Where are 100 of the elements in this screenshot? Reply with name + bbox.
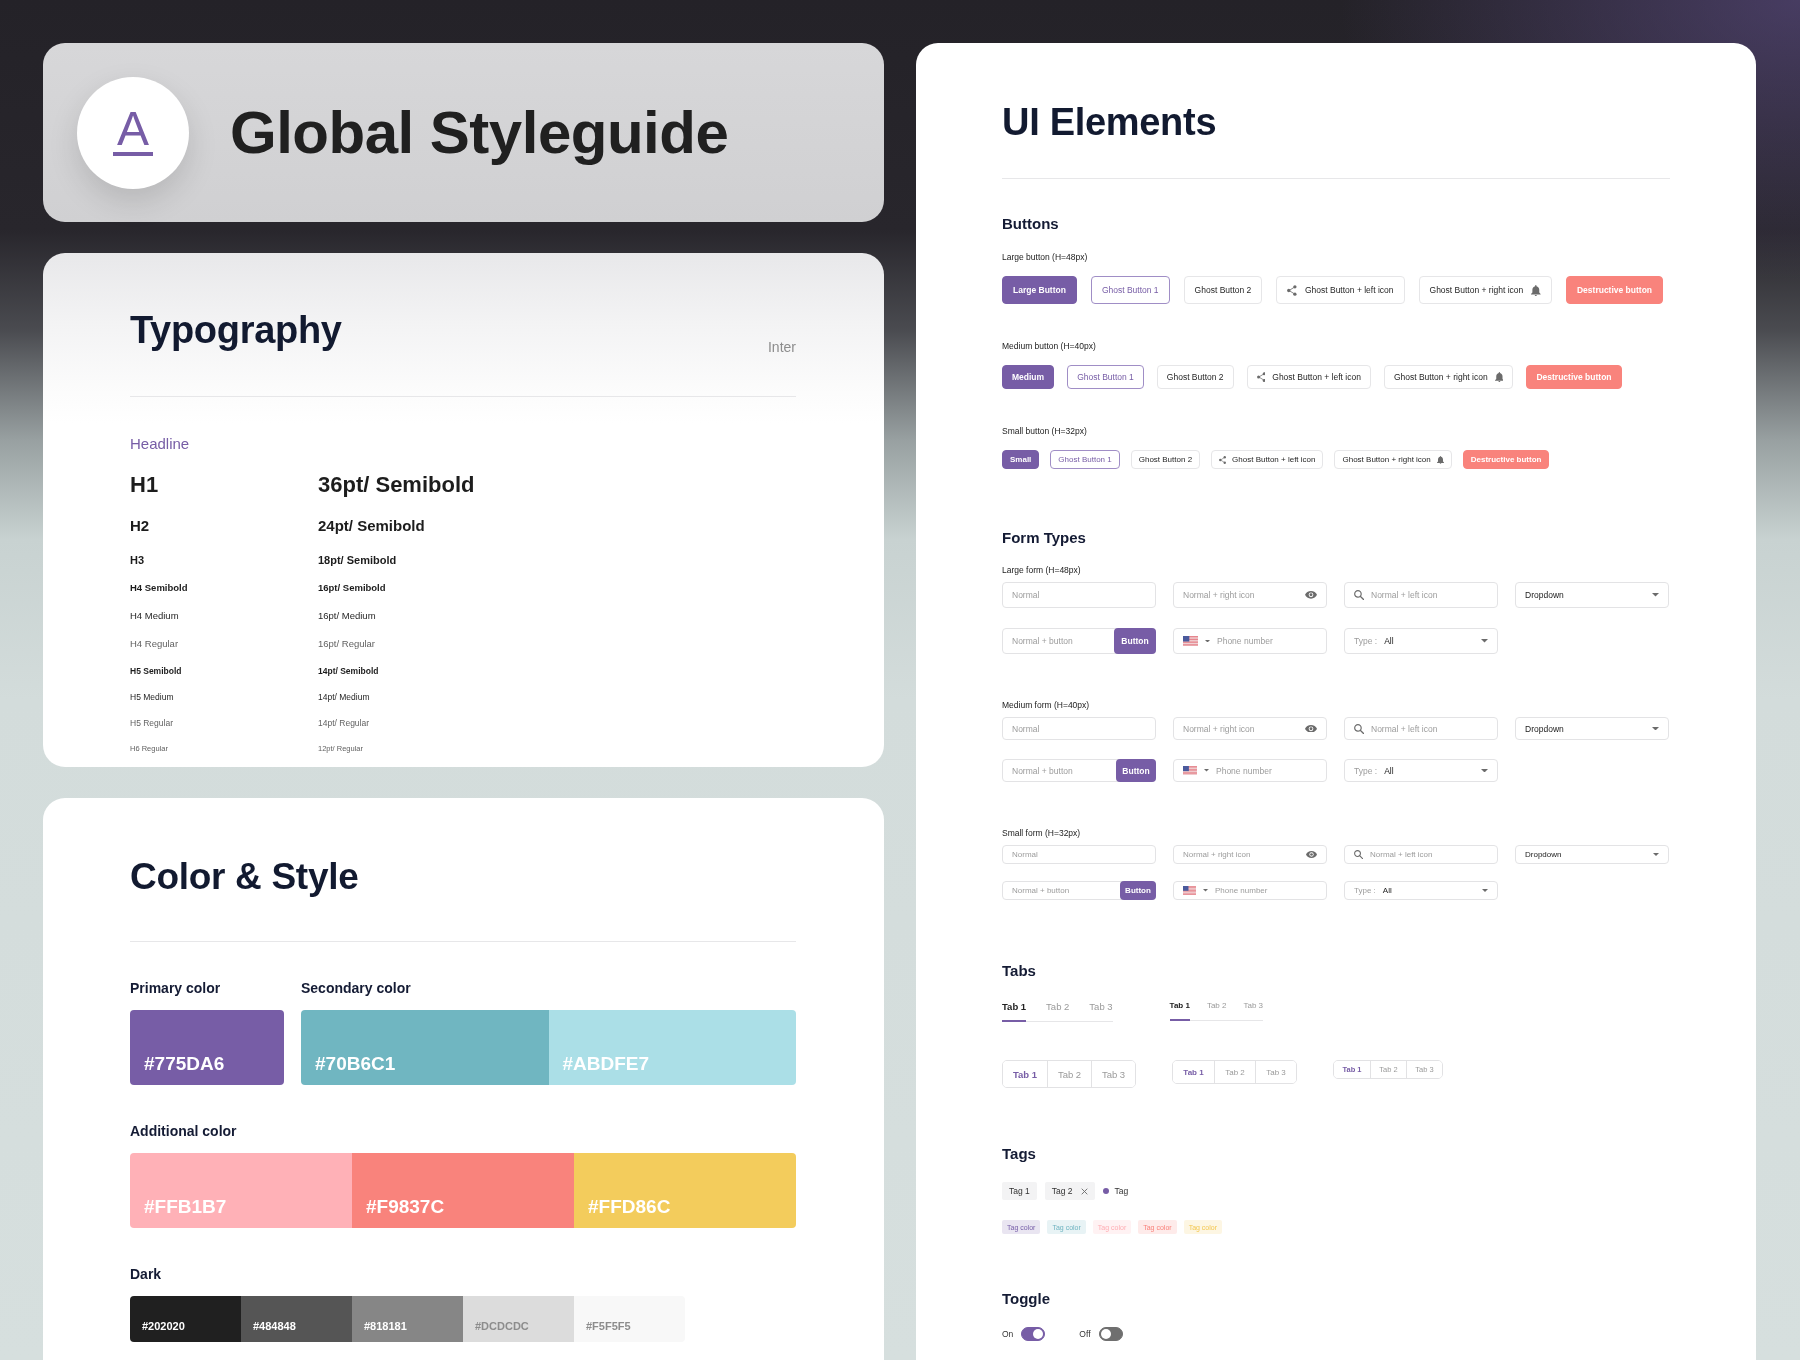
input-field[interactable]: Normal [1002, 845, 1156, 864]
ghost-button[interactable]: Ghost Button + left icon [1211, 450, 1324, 469]
ghost-button[interactable]: Ghost Button + right icon [1334, 450, 1452, 469]
dropdown[interactable]: Dropdown [1515, 717, 1669, 740]
ghost-button[interactable]: Ghost Button + left icon [1276, 276, 1405, 304]
caret-icon [1652, 726, 1659, 731]
close-icon[interactable] [1080, 1187, 1088, 1195]
toggle-switch[interactable] [1021, 1327, 1046, 1342]
field-button[interactable]: Button [1120, 881, 1156, 900]
eye-icon [1305, 591, 1317, 599]
style-spec: 18pt/ Semibold [318, 553, 397, 568]
hex-code: #F5F5F5 [586, 1319, 631, 1332]
group-label: Medium form (H=40px) [1002, 700, 1090, 711]
group-label: Small form (H=32px) [1002, 828, 1081, 839]
tab[interactable]: Tab 3 [1089, 1001, 1113, 1023]
share-icon [1287, 284, 1297, 296]
phone-field[interactable]: Phone number [1173, 759, 1327, 782]
tab[interactable]: Tab 2 [1046, 1001, 1070, 1023]
share-icon [1256, 372, 1266, 382]
field-button[interactable]: Button [1116, 759, 1156, 782]
field-button[interactable]: Button [1114, 628, 1156, 654]
hex-code: #ABDFE7 [562, 1054, 650, 1075]
outline-button[interactable]: Ghost Button 1 [1090, 276, 1170, 304]
dropdown[interactable]: Dropdown [1515, 582, 1669, 608]
input-field[interactable]: Normal + button Button [1002, 881, 1156, 900]
palette-label: Dark [130, 1266, 162, 1282]
hex-code: #202020 [142, 1319, 185, 1332]
style-spec: 16pt/ Regular [318, 638, 376, 650]
toggle-label: On [1002, 1329, 1014, 1340]
outline-button[interactable]: Ghost Button 1 [1067, 365, 1144, 389]
search-icon [1354, 850, 1363, 859]
primary-button[interactable]: Medium [1002, 365, 1055, 389]
hex-code: #818181 [364, 1319, 407, 1332]
ghost-button[interactable]: Ghost Button 2 [1156, 365, 1234, 389]
style-spec: 14pt/ Regular [318, 717, 370, 729]
toggle-switch[interactable] [1098, 1327, 1123, 1342]
style-name: H4 Semibold [130, 582, 189, 594]
caret-icon [1203, 889, 1208, 892]
bell-icon [1531, 284, 1541, 296]
ghost-button[interactable]: Ghost Button 2 [1183, 276, 1263, 304]
font-name: Inter [768, 339, 796, 355]
phone-field[interactable]: Phone number [1173, 881, 1327, 900]
tab[interactable]: Tab 2 [1206, 1001, 1227, 1021]
ghost-button[interactable]: Ghost Button 2 [1130, 450, 1201, 469]
group-label: Large form (H=48px) [1002, 565, 1081, 576]
dropdown[interactable]: Dropdown [1515, 845, 1669, 864]
subsection-title: Toggle [1002, 1290, 1051, 1309]
search-icon [1354, 723, 1364, 734]
ghost-button[interactable]: Ghost Button + left icon [1246, 365, 1371, 389]
primary-button[interactable]: Small [1002, 450, 1040, 469]
caret-icon [1481, 768, 1488, 773]
password-field[interactable]: Normal + right icon [1173, 845, 1327, 864]
tag-label: Tag [1114, 1186, 1129, 1197]
search-field[interactable]: Normal + left icon [1344, 717, 1498, 740]
style-name: H1 [130, 471, 160, 499]
tab[interactable]: Tab 1 [1002, 1001, 1027, 1023]
flag-icon [1183, 886, 1196, 895]
input-field[interactable]: Normal + button Button [1002, 628, 1156, 654]
select-field[interactable]: Type : All [1344, 628, 1498, 654]
password-field[interactable]: Normal + right icon [1173, 582, 1327, 608]
subsection-title: Buttons [1002, 215, 1059, 233]
palette-label: Primary color [130, 980, 221, 996]
tab[interactable]: Tab 3 [1091, 1061, 1135, 1088]
input-field[interactable]: Normal [1002, 582, 1156, 608]
outline-button[interactable]: Ghost Button 1 [1050, 450, 1120, 469]
hex-code: #484848 [253, 1319, 296, 1332]
style-name: H4 Regular [130, 638, 180, 650]
caret-icon [1205, 639, 1210, 643]
hex-code: #775DA6 [144, 1054, 225, 1075]
primary-button[interactable]: Large Button [1002, 276, 1077, 304]
tag: Tag 1 [1002, 1182, 1037, 1201]
select-field[interactable]: Type : All [1344, 759, 1498, 782]
section-title: Typography [130, 311, 342, 349]
bell-icon [1494, 372, 1504, 382]
caret-icon [1652, 593, 1659, 597]
ghost-button[interactable]: Ghost Button + right icon [1418, 276, 1552, 304]
tab[interactable]: Tab 3 [1243, 1001, 1264, 1021]
style-name: H2 [130, 517, 151, 535]
group-label: Small button (H=32px) [1002, 426, 1087, 437]
search-field[interactable]: Normal + left icon [1344, 845, 1498, 864]
flag-icon [1183, 765, 1197, 776]
caret-icon [1482, 889, 1488, 892]
section-title: Color & Style [130, 858, 360, 895]
password-field[interactable]: Normal + right icon [1173, 717, 1327, 740]
style-name: H5 Medium [130, 691, 175, 703]
ghost-button[interactable]: Ghost Button + right icon [1383, 365, 1514, 389]
tab[interactable]: Tab 3 [1255, 1061, 1296, 1084]
input-field[interactable]: Normal + button Button [1002, 759, 1156, 782]
search-field[interactable]: Normal + left icon [1344, 582, 1498, 608]
caret-icon [1481, 639, 1488, 643]
hex-code: #FFB1B7 [144, 1197, 227, 1218]
phone-field[interactable]: Phone number [1173, 628, 1327, 654]
style-name: H4 Medium [130, 610, 180, 622]
style-name: H5 Regular [130, 717, 174, 729]
select-field[interactable]: Type : All [1344, 881, 1498, 900]
search-icon [1354, 590, 1364, 600]
subsection-title: Form Types [1002, 529, 1086, 547]
toggle-label: Off [1079, 1329, 1091, 1340]
input-field[interactable]: Normal [1002, 717, 1156, 740]
tab[interactable]: Tab 1 [1169, 1001, 1190, 1021]
